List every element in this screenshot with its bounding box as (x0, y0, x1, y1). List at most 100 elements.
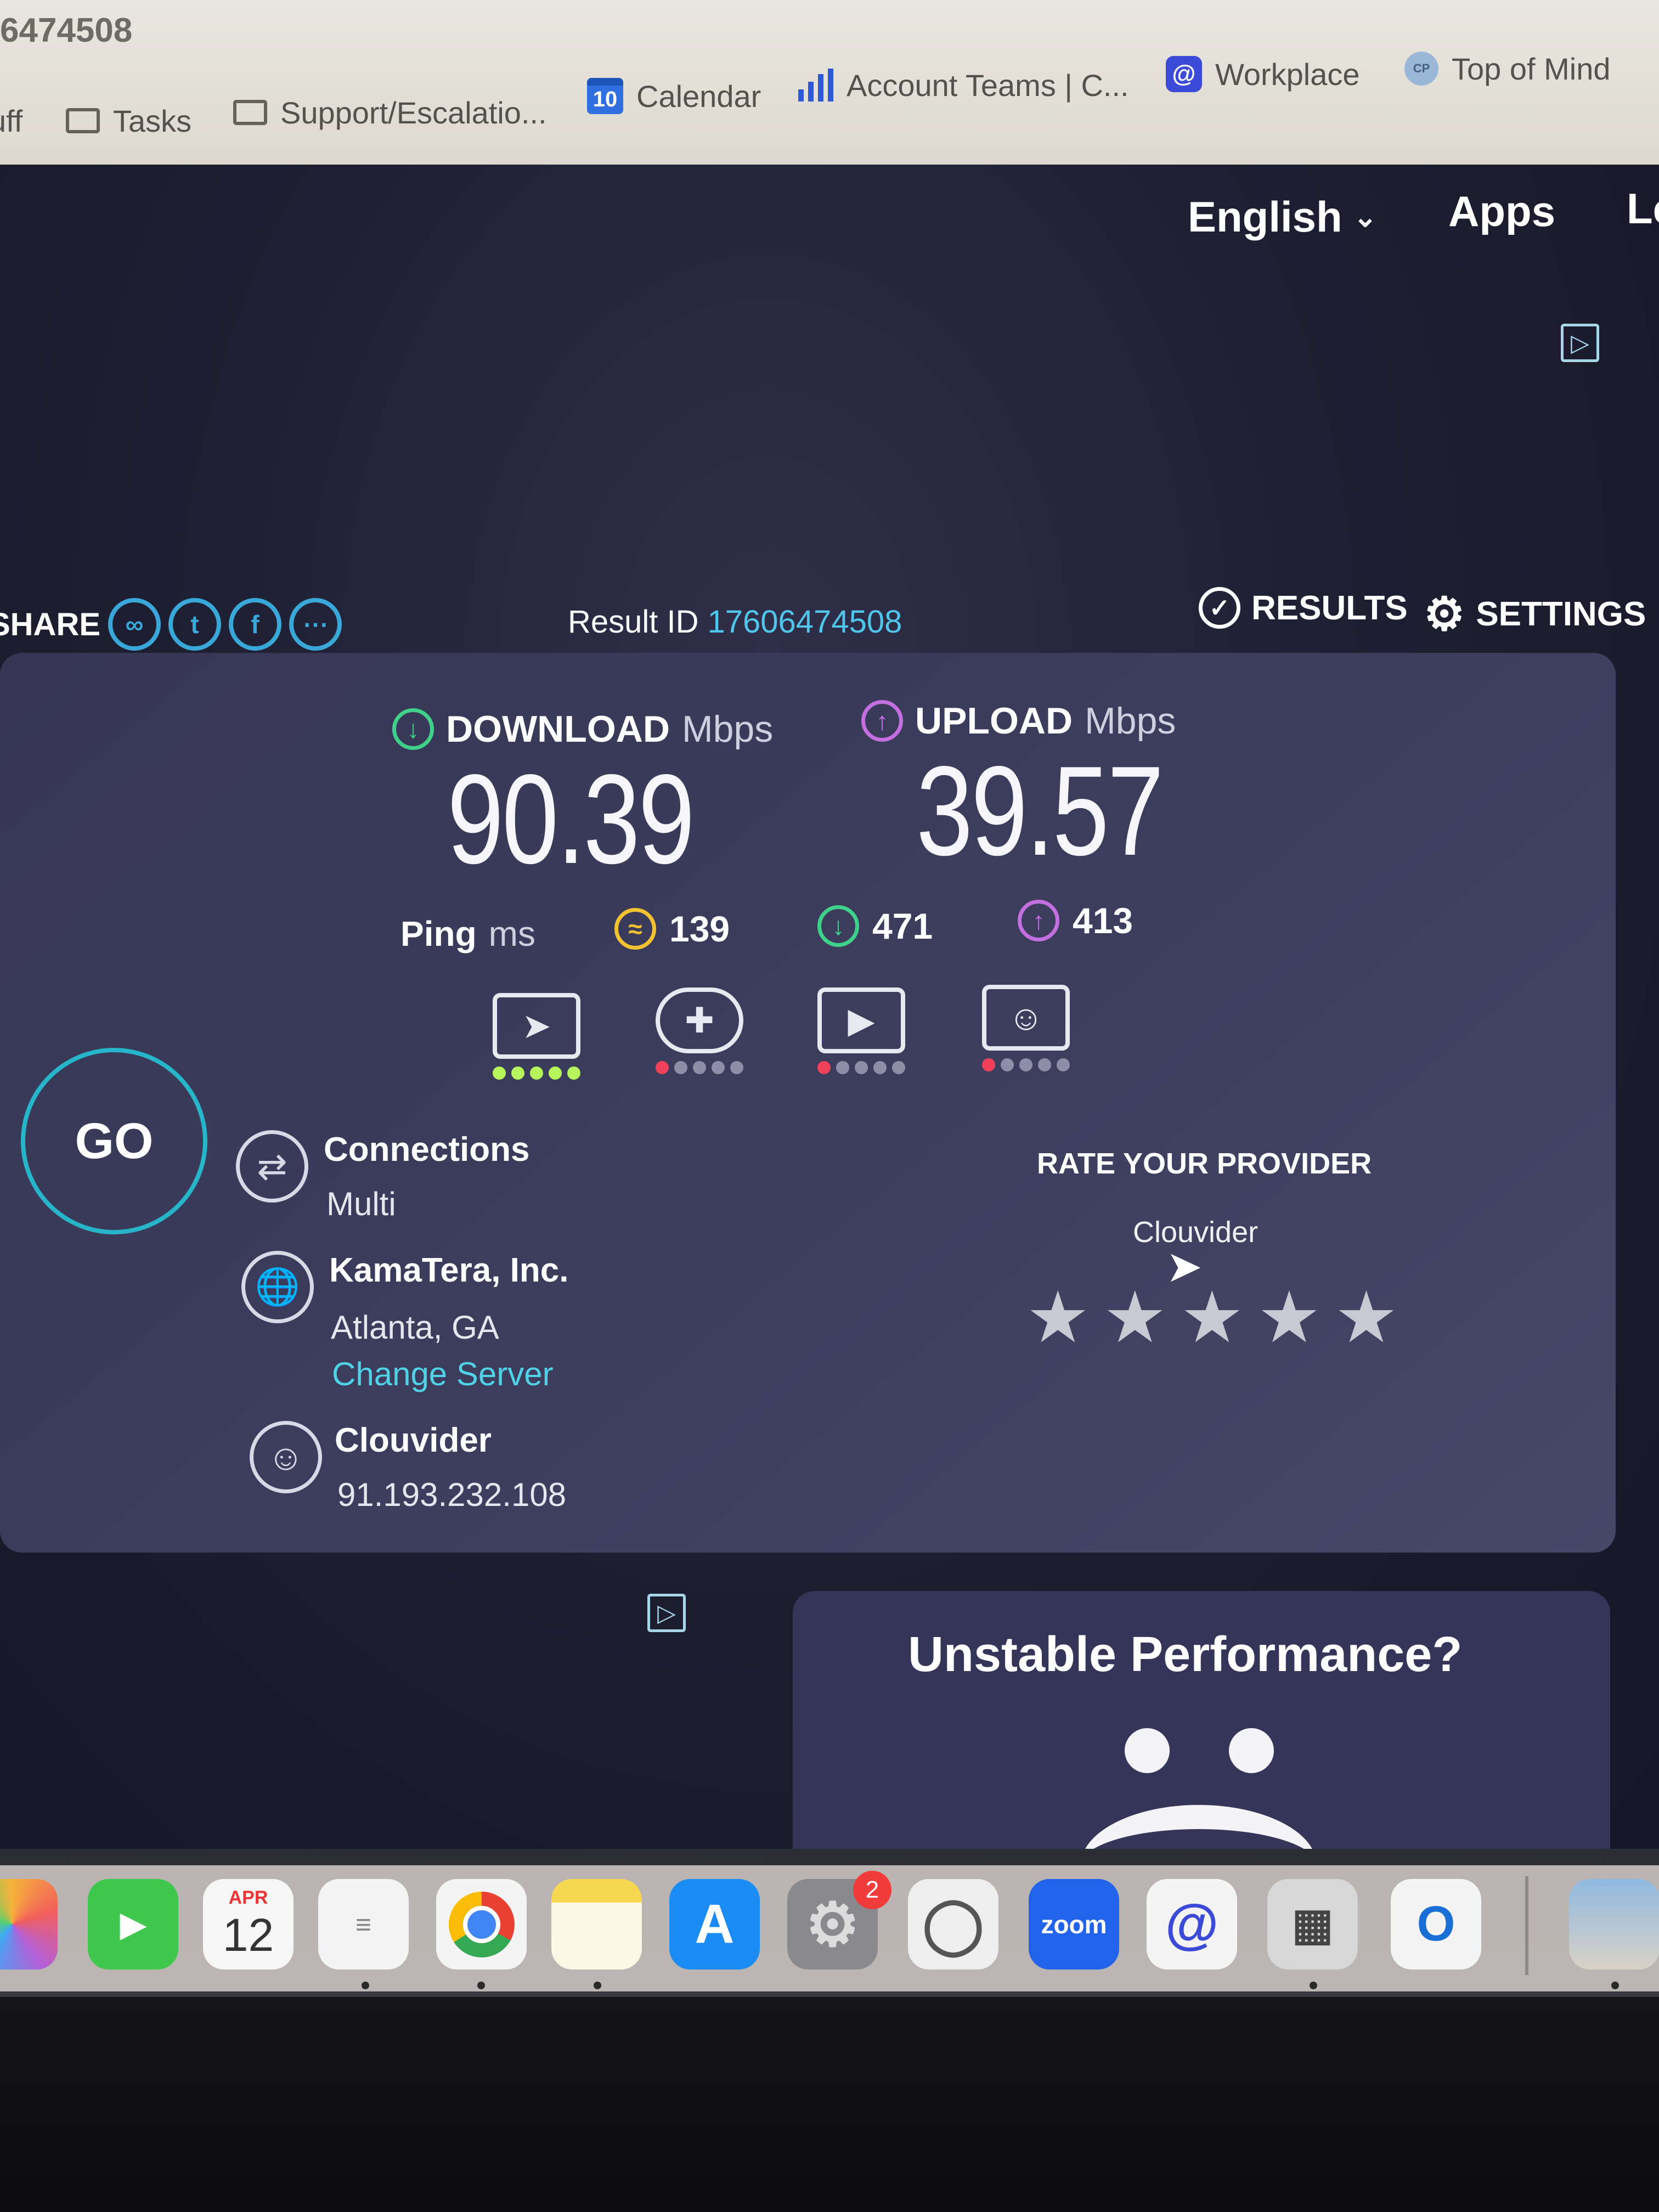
more-icon[interactable]: ⋯ (289, 598, 342, 651)
star-icon[interactable]: ★ (1103, 1276, 1167, 1359)
gamepad-icon: ✚ (656, 988, 743, 1053)
running-indicator (594, 1982, 601, 1989)
ping-unit: ms (488, 914, 535, 953)
usage-video-calling: ☺ (982, 985, 1070, 1071)
workplace-app-icon[interactable]: @ (1147, 1879, 1237, 1970)
rating-dots (982, 1058, 1070, 1071)
star-icon[interactable]: ★ (1334, 1276, 1398, 1359)
provider-name: Clouvider (335, 1421, 492, 1459)
user-icon: ☺ (250, 1421, 322, 1493)
facetime-app-icon[interactable]: ▶ (88, 1879, 178, 1970)
ping-header: Ping ms (400, 913, 535, 954)
twitter-icon[interactable]: t (168, 598, 222, 651)
upload-arrow-icon: ↑ (1018, 900, 1059, 941)
results-button[interactable]: ✓ RESULTS (1199, 587, 1408, 629)
bookmark-support-escalation[interactable]: Support/Escalatio... (233, 85, 547, 140)
ookla-app-icon[interactable]: ◯ (908, 1879, 998, 1970)
calendar-app-icon[interactable]: APR 12 (203, 1879, 294, 1970)
ad-choices-icon[interactable]: ▷ (647, 1594, 686, 1632)
bookmark-workplace[interactable]: @ Workplace (1166, 47, 1360, 101)
rating-dots (493, 1066, 580, 1080)
rate-provider-title: RATE YOUR PROVIDER (1037, 1147, 1372, 1180)
dock-divider (1525, 1876, 1528, 1975)
chrome-logo (448, 1891, 515, 1957)
result-id-link[interactable]: 17606474508 (708, 603, 902, 640)
settings-label: SETTINGS (1476, 595, 1646, 633)
connections-title: Connections (324, 1131, 530, 1169)
ping-idle: ≈ 139 (614, 908, 730, 950)
upload-value: 39.57 (916, 740, 1164, 882)
check-icon: ✓ (1199, 587, 1240, 629)
running-indicator (1310, 1982, 1317, 1989)
nav-cut-link[interactable]: Le (1627, 184, 1659, 234)
ad-choices-icon[interactable]: ▷ (1561, 324, 1599, 362)
bookmark-label: Calendar (636, 78, 761, 114)
usage-streaming: ▶ (817, 988, 905, 1074)
reminders-app-icon[interactable]: ≡ (318, 1879, 409, 1970)
zoom-app-icon[interactable]: zoom (1029, 1879, 1119, 1970)
settings-button[interactable]: ⚙ SETTINGS (1424, 587, 1646, 641)
folder-icon (233, 100, 267, 125)
ping-upload: ↑ 413 (1018, 900, 1133, 941)
running-indicator (477, 1982, 485, 1989)
outlook-app-icon[interactable]: O (1391, 1879, 1481, 1970)
bookmark-label: Support/Escalatio... (280, 95, 547, 130)
folder-icon (66, 108, 100, 133)
ping-idle-icon: ≈ (614, 908, 656, 950)
change-server-link[interactable]: Change Server (332, 1355, 554, 1393)
language-selector[interactable]: English ⌄ (1188, 192, 1377, 242)
result-id-label: Result ID (568, 604, 699, 640)
app-store-icon[interactable]: A (669, 1879, 760, 1970)
upload-header: ↑ UPLOAD Mbps (861, 699, 1176, 742)
facebook-icon[interactable]: f (229, 598, 282, 651)
calendar-month: APR (228, 1887, 268, 1908)
sad-face-eye (1229, 1728, 1274, 1773)
notes-app-icon[interactable] (551, 1879, 642, 1970)
photos-app-icon[interactable] (0, 1879, 58, 1970)
bookmark-top-of-mind[interactable]: CP Top of Mind (1404, 41, 1611, 96)
promo-title: Unstable Performance? (908, 1627, 1463, 1682)
calculator-app-icon[interactable]: ▦ (1267, 1879, 1358, 1970)
language-label: English (1188, 193, 1342, 241)
chrome-app-icon[interactable] (436, 1879, 527, 1970)
bookmark-calendar[interactable]: 10 Calendar (587, 69, 761, 123)
running-indicator (362, 1982, 369, 1989)
ping-download: ↓ 471 (817, 905, 933, 947)
star-icon[interactable]: ★ (1026, 1276, 1090, 1359)
workplace-icon: @ (1166, 56, 1202, 92)
bookmark-uff[interactable]: uff (0, 93, 22, 148)
go-button[interactable]: GO (21, 1048, 207, 1234)
download-unit: Mbps (681, 708, 774, 750)
usage-gaming: ✚ (656, 988, 743, 1074)
notification-badge: 2 (853, 1871, 891, 1909)
download-arrow-icon: ↓ (817, 905, 859, 947)
star-icon[interactable]: ★ (1180, 1276, 1244, 1359)
share-label: SHARE (0, 606, 101, 642)
bar-chart-icon (798, 69, 833, 101)
upload-unit: Mbps (1085, 700, 1176, 742)
finder-preview-icon[interactable] (1569, 1879, 1659, 1970)
usage-web-browsing: ➤ (493, 993, 580, 1080)
address-bar-text[interactable]: 6474508 (0, 11, 132, 50)
server-name: KamaTera, Inc. (329, 1251, 569, 1289)
ping-download-value: 471 (872, 906, 933, 946)
rating-dots (656, 1061, 743, 1074)
connections-value[interactable]: Multi (326, 1185, 396, 1223)
ping-idle-value: 139 (669, 909, 730, 949)
download-label: DOWNLOAD (446, 708, 670, 750)
upload-arrow-icon: ↑ (861, 700, 903, 742)
bookmark-account-teams[interactable]: Account Teams | C... (798, 58, 1129, 112)
nav-apps[interactable]: Apps (1448, 187, 1555, 236)
rating-dots (817, 1061, 905, 1074)
sad-face-eye (1125, 1728, 1170, 1773)
result-id-row: Result ID 17606474508 (568, 603, 902, 640)
bookmark-label: uff (0, 103, 23, 138)
gear-icon: ⚙ (1424, 588, 1465, 640)
link-icon[interactable]: ∞ (108, 598, 161, 651)
connections-icon: ⇄ (236, 1130, 308, 1203)
star-icon[interactable]: ★ (1257, 1276, 1322, 1359)
server-location: Atlanta, GA (331, 1309, 499, 1346)
bookmark-tasks[interactable]: Tasks (66, 93, 191, 148)
star-rating[interactable]: ★ ★ ★ ★ ★ (1026, 1276, 1398, 1359)
video-play-icon: ▶ (817, 988, 905, 1053)
